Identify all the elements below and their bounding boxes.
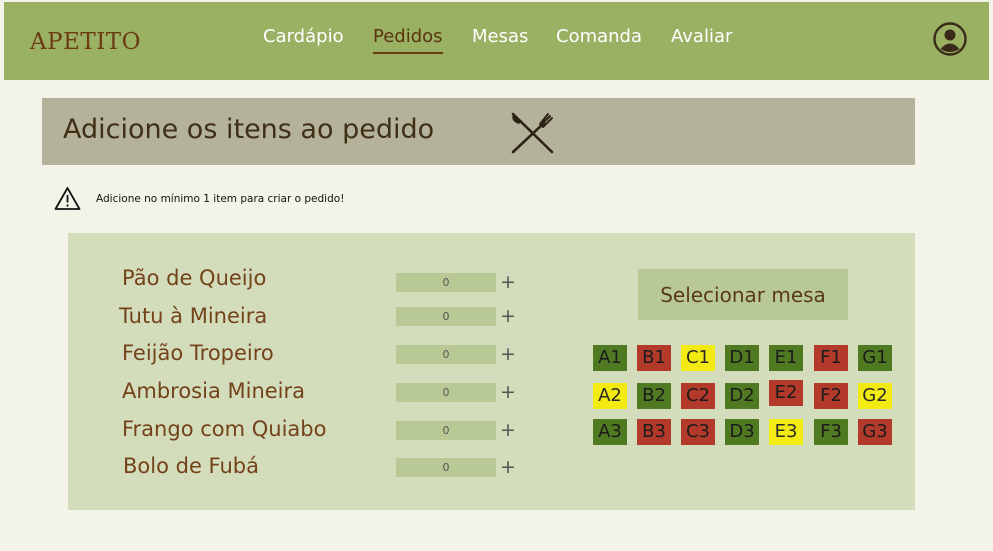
table-e2-button[interactable]: E2 bbox=[769, 380, 803, 406]
top-navbar: APETITO Cardápio Pedidos Mesas Comanda A… bbox=[4, 2, 989, 80]
item-name: Ambrosia Mineira bbox=[122, 379, 306, 403]
increment-button[interactable]: + bbox=[500, 421, 516, 440]
item-name: Frango com Quiabo bbox=[122, 417, 327, 441]
table-f3-button[interactable]: F3 bbox=[814, 419, 848, 445]
increment-button[interactable]: + bbox=[500, 273, 516, 292]
increment-button[interactable]: + bbox=[500, 383, 516, 402]
nav-cardapio[interactable]: Cardápio bbox=[263, 26, 344, 47]
quantity-input[interactable] bbox=[396, 383, 496, 402]
item-name: Tutu à Mineira bbox=[119, 304, 268, 328]
warning-triangle-icon bbox=[54, 187, 81, 210]
active-nav-underline bbox=[373, 52, 443, 54]
table-f1-button[interactable]: F1 bbox=[814, 345, 848, 371]
quantity-input[interactable] bbox=[396, 421, 496, 440]
nav-pedidos[interactable]: Pedidos bbox=[373, 26, 443, 54]
table-d2-button[interactable]: D2 bbox=[725, 383, 759, 409]
nav-avaliar[interactable]: Avaliar bbox=[671, 26, 732, 47]
item-name: Feijão Tropeiro bbox=[122, 341, 274, 365]
table-c1-button[interactable]: C1 bbox=[681, 345, 715, 371]
warning-message: Adicione no mínimo 1 item para criar o p… bbox=[96, 193, 345, 205]
table-c3-button[interactable]: C3 bbox=[681, 419, 715, 445]
table-d3-button[interactable]: D3 bbox=[725, 419, 759, 445]
nav-pedidos-label: Pedidos bbox=[373, 26, 443, 47]
table-b3-button[interactable]: B3 bbox=[637, 419, 671, 445]
table-b2-button[interactable]: B2 bbox=[637, 383, 671, 409]
table-e3-button[interactable]: E3 bbox=[769, 419, 803, 445]
table-b1-button[interactable]: B1 bbox=[637, 345, 671, 371]
nav-comanda[interactable]: Comanda bbox=[556, 26, 642, 47]
table-e1-button[interactable]: E1 bbox=[769, 345, 803, 371]
increment-button[interactable]: + bbox=[500, 307, 516, 326]
table-d1-button[interactable]: D1 bbox=[725, 345, 759, 371]
table-a1-button[interactable]: A1 bbox=[593, 345, 627, 371]
quantity-input[interactable] bbox=[396, 307, 496, 326]
table-a2-button[interactable]: A2 bbox=[593, 383, 627, 409]
quantity-input[interactable] bbox=[396, 458, 496, 477]
increment-button[interactable]: + bbox=[500, 458, 516, 477]
select-table-button[interactable]: Selecionar mesa bbox=[638, 269, 848, 320]
table-g1-button[interactable]: G1 bbox=[858, 345, 892, 371]
quantity-input[interactable] bbox=[396, 273, 496, 292]
page-header: Adicione os itens ao pedido bbox=[42, 98, 915, 165]
item-name: Bolo de Fubá bbox=[123, 454, 259, 478]
logo[interactable]: APETITO bbox=[30, 29, 141, 55]
quantity-input[interactable] bbox=[396, 345, 496, 364]
nav-mesas[interactable]: Mesas bbox=[472, 26, 528, 47]
table-g3-button[interactable]: G3 bbox=[858, 419, 892, 445]
page-title: Adicione os itens ao pedido bbox=[63, 114, 435, 145]
order-panel: Pão de Queijo + Tutu à Mineira + Feijão … bbox=[68, 233, 915, 510]
fork-knife-icon bbox=[511, 112, 554, 154]
table-g2-button[interactable]: G2 bbox=[858, 383, 892, 409]
table-f2-button[interactable]: F2 bbox=[814, 383, 848, 409]
table-c2-button[interactable]: C2 bbox=[681, 383, 715, 409]
user-avatar-icon[interactable] bbox=[933, 22, 967, 56]
item-name: Pão de Queijo bbox=[122, 266, 267, 290]
increment-button[interactable]: + bbox=[500, 345, 516, 364]
table-a3-button[interactable]: A3 bbox=[593, 419, 627, 445]
